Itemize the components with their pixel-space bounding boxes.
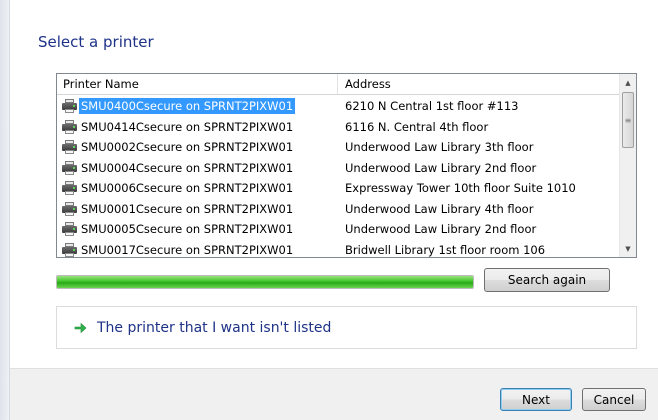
printer-address: Bridwell Library 1st floor room 106 <box>345 242 546 257</box>
scroll-down-arrow-icon[interactable]: ▼ <box>620 240 636 257</box>
printer-row[interactable]: SMU0001Csecure on SPRNT2PIXW01 Underwood … <box>57 199 621 220</box>
printer-name: SMU0017Csecure on SPRNT2PIXW01 <box>81 242 294 257</box>
printer-icon <box>61 119 78 134</box>
search-progress-bar <box>56 275 474 289</box>
printer-row[interactable]: SMU0017Csecure on SPRNT2PIXW01 Bridwell L… <box>57 240 621 258</box>
printer-name-cell: SMU0006Csecure on SPRNT2PIXW01 <box>61 178 295 198</box>
printer-name-cell: SMU0001Csecure on SPRNT2PIXW01 <box>61 199 295 219</box>
printer-icon <box>61 222 78 236</box>
printer-name: SMU0001Csecure on SPRNT2PIXW01 <box>81 201 294 216</box>
printer-row[interactable]: SMU0006Csecure on SPRNT2PIXW01 Expressway… <box>57 178 621 199</box>
column-header-printer-name[interactable]: Printer Name <box>57 74 338 94</box>
printer-row[interactable]: SMU0005Csecure on SPRNT2PIXW01 Underwood … <box>57 219 621 240</box>
printer-address: 6116 N. Central 4th floor <box>345 119 489 134</box>
printer-name: SMU0002Csecure on SPRNT2PIXW01 <box>81 140 294 154</box>
printer-not-listed-label: The printer that I want isn't listed <box>97 319 332 336</box>
printer-name-cell: SMU0004Csecure on SPRNT2PIXW01 <box>61 158 295 178</box>
printer-icon <box>61 160 78 175</box>
printer-name: SMU0005Csecure on SPRNT2PIXW01 <box>81 222 294 236</box>
printer-row[interactable]: SMU0004Csecure on SPRNT2PIXW01 Underwood … <box>57 158 621 179</box>
search-again-button[interactable]: Search again <box>484 268 610 292</box>
printer-icon <box>61 140 78 154</box>
printer-row[interactable]: SMU0414Csecure on SPRNT2PIXW01 6116 N. Ce… <box>57 117 621 138</box>
printer-name-cell: SMU0400Csecure on SPRNT2PIXW01 <box>61 96 296 116</box>
printer-not-listed-link[interactable]: The printer that I want isn't listed <box>56 306 637 349</box>
printer-address: Underwood Law Library 4th floor <box>345 201 534 216</box>
window-left-edge <box>0 0 10 420</box>
printer-name-cell: SMU0002Csecure on SPRNT2PIXW01 <box>61 137 295 157</box>
printer-address: Expressway Tower 10th floor Suite 1010 <box>345 181 576 195</box>
window-top-edge <box>10 0 658 8</box>
vertical-scrollbar[interactable]: ▲ ≡ ▼ <box>619 74 636 257</box>
column-header-address[interactable]: Address <box>339 74 621 94</box>
printer-row[interactable]: SMU0400Csecure on SPRNT2PIXW01 6210 N Cen… <box>57 96 621 117</box>
scroll-thumb[interactable]: ≡ <box>622 92 634 148</box>
printer-icon <box>61 242 78 257</box>
next-button[interactable]: Next <box>500 388 572 411</box>
green-arrow-icon <box>73 321 87 335</box>
printer-name-cell: SMU0414Csecure on SPRNT2PIXW01 <box>61 117 295 137</box>
printer-address: 6210 N Central 1st floor #113 <box>345 99 519 113</box>
printer-address: Underwood Law Library 3th floor <box>345 140 534 154</box>
dialog-footer: Next Cancel <box>10 368 658 420</box>
printer-name-cell: SMU0005Csecure on SPRNT2PIXW01 <box>61 219 295 239</box>
printer-name: SMU0400Csecure on SPRNT2PIXW01 <box>79 98 296 114</box>
printer-name-cell: SMU0017Csecure on SPRNT2PIXW01 <box>61 240 295 258</box>
list-header: Printer Name Address <box>57 74 621 95</box>
printer-address: Underwood Law Library 2nd floor <box>345 160 537 175</box>
printer-icon <box>61 181 78 195</box>
printer-name: SMU0004Csecure on SPRNT2PIXW01 <box>81 160 294 175</box>
printer-rows: SMU0400Csecure on SPRNT2PIXW01 6210 N Cen… <box>57 96 621 258</box>
printer-icon <box>61 201 78 216</box>
printer-name: SMU0006Csecure on SPRNT2PIXW01 <box>81 181 294 195</box>
printer-row[interactable]: SMU0002Csecure on SPRNT2PIXW01 Underwood … <box>57 137 621 158</box>
printer-address: Underwood Law Library 2nd floor <box>345 222 537 236</box>
page-title: Select a printer <box>38 33 154 51</box>
printer-name: SMU0414Csecure on SPRNT2PIXW01 <box>81 119 294 134</box>
scroll-up-arrow-icon[interactable]: ▲ <box>620 74 636 91</box>
printer-list[interactable]: Printer Name Address SMU0400Csecure on S… <box>56 73 637 258</box>
search-progress-fill <box>57 276 473 288</box>
printer-icon <box>61 99 78 113</box>
cancel-button[interactable]: Cancel <box>582 388 646 411</box>
